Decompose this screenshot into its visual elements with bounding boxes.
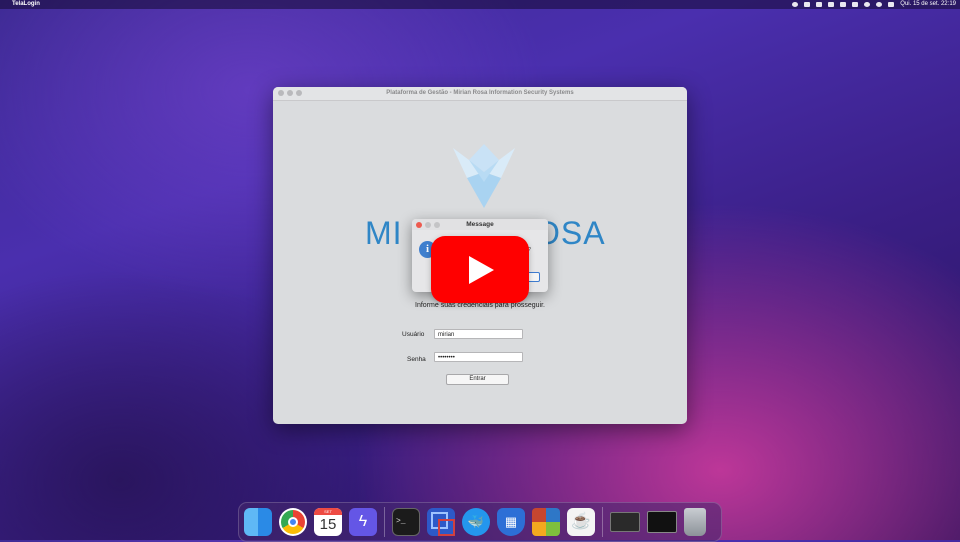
virtualbox-icon[interactable]	[427, 508, 455, 536]
password-field[interactable]: ••••••••	[434, 352, 523, 362]
terminal-icon[interactable]: >_	[392, 508, 420, 536]
window-controls	[278, 90, 302, 96]
menu-bar: TelaLogin Qui. 15 de set. 22:19	[0, 0, 960, 9]
login-instructions: Informe suas credenciais para prosseguir…	[415, 302, 545, 309]
search-icon[interactable]	[876, 2, 883, 7]
wifi-icon[interactable]	[864, 2, 871, 7]
shortcuts-icon[interactable]: ϟ	[349, 508, 377, 536]
control-center-icon[interactable]	[888, 2, 895, 7]
password-label: Senha	[407, 356, 426, 363]
minimized-terminal-window-icon[interactable]	[647, 511, 677, 533]
status-icon[interactable]	[804, 2, 811, 7]
youtube-play-button[interactable]	[431, 236, 529, 303]
rose-logo-icon	[453, 144, 515, 208]
close-window-button[interactable]	[278, 90, 284, 96]
username-label: Usuário	[402, 331, 425, 338]
calendar-month: SET	[314, 508, 342, 515]
calendar-day: 15	[319, 516, 337, 533]
dock-separator	[602, 507, 603, 537]
status-icon[interactable]	[792, 2, 799, 7]
menu-status-area: Qui. 15 de set. 22:19	[792, 0, 956, 9]
dialog-zoom-button[interactable]	[434, 221, 440, 228]
chrome-icon[interactable]	[279, 508, 307, 536]
dialog-minimize-button[interactable]	[425, 221, 431, 228]
login-button[interactable]: Entrar	[446, 374, 509, 385]
shield-app-icon[interactable]: ▦	[497, 508, 525, 536]
battery-icon[interactable]	[852, 2, 859, 7]
window-title: Plataforma de Gestão - Mirian Rosa Infor…	[386, 90, 574, 96]
zoom-window-button[interactable]	[296, 90, 302, 96]
status-icon[interactable]	[828, 2, 835, 7]
username-field[interactable]: mirian	[434, 329, 523, 339]
dialog-close-button[interactable]	[416, 221, 422, 228]
status-icon[interactable]	[840, 2, 847, 7]
minimize-window-button[interactable]	[287, 90, 293, 96]
window-titlebar[interactable]: Plataforma de Gestão - Mirian Rosa Infor…	[273, 87, 687, 101]
dock-separator	[384, 507, 385, 537]
java-icon[interactable]: ☕	[567, 508, 595, 536]
menu-clock[interactable]: Qui. 15 de set. 22:19	[900, 0, 956, 9]
docker-icon[interactable]: 🐳	[462, 508, 490, 536]
minimized-window-icon[interactable]	[610, 512, 640, 532]
menu-app-name[interactable]: TelaLogin	[12, 0, 40, 9]
status-icon[interactable]	[816, 2, 823, 7]
dock: SET 15 ϟ >_ 🐳 ▦ ☕	[238, 502, 722, 542]
finder-icon[interactable]	[244, 508, 272, 536]
brand-text-left: MI	[365, 215, 403, 251]
trash-icon[interactable]	[684, 508, 706, 536]
dialog-titlebar[interactable]: Message	[412, 219, 548, 230]
netbeans-icon[interactable]	[532, 508, 560, 536]
play-icon	[469, 256, 494, 284]
dialog-title: Message	[466, 221, 494, 228]
dialog-controls	[416, 221, 440, 228]
calendar-icon[interactable]: SET 15	[314, 508, 342, 536]
